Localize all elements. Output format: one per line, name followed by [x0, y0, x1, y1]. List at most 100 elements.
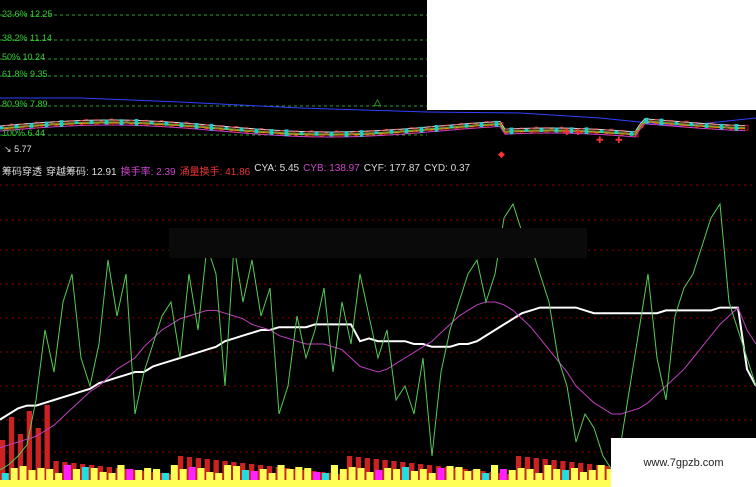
indicator-grid — [0, 184, 756, 453]
signal-down-icon: ◆ — [498, 150, 505, 160]
volume-bar — [1, 473, 9, 480]
volume-bar — [19, 466, 27, 480]
series-surge-label: 涌量换手: 41.86 — [179, 167, 251, 178]
volume-bar — [446, 466, 454, 480]
series-turnover-label: 换手率: 2.39 — [120, 167, 176, 178]
volume-bar — [250, 471, 258, 480]
candle — [59, 120, 64, 127]
candle — [719, 123, 724, 130]
fib-label-61-8: 61.8% 9.35 — [2, 69, 48, 79]
volume-bar — [295, 467, 303, 480]
candle — [689, 122, 694, 127]
candle — [449, 125, 454, 129]
low-price-value: 5.77 — [14, 144, 32, 154]
price-panel-right — [427, 0, 756, 115]
watermark: www.7gpzb.com — [611, 438, 756, 487]
candle — [179, 122, 184, 128]
volume-bar — [330, 465, 338, 480]
volume-bar — [153, 469, 161, 480]
candle — [299, 132, 304, 135]
volume-bar — [215, 473, 223, 480]
candle — [119, 119, 124, 125]
series-cyb-label: CYB: 138.97 — [303, 163, 360, 174]
volume-bar — [517, 468, 525, 480]
signal-buy-icon: ✚ — [615, 136, 623, 146]
volume-bar — [508, 470, 516, 480]
candle — [44, 121, 49, 128]
volume-bar — [357, 468, 365, 480]
candle — [329, 131, 334, 137]
volume-bar — [455, 467, 463, 480]
candle — [629, 131, 634, 136]
candle — [419, 126, 424, 133]
volume-bar — [499, 469, 507, 480]
volume-bar — [375, 470, 383, 480]
candle — [464, 124, 469, 128]
fib-label-80-9: 80.9% 7.89 — [2, 99, 48, 109]
volume-bar — [64, 465, 72, 480]
candle — [224, 127, 229, 130]
candle — [659, 118, 664, 126]
candle — [614, 130, 619, 135]
redacted-area — [169, 228, 587, 258]
candle — [239, 127, 244, 132]
series-cyd-label: CYD: 0.37 — [423, 163, 471, 174]
volume-bar — [428, 473, 436, 480]
volume-bar — [117, 465, 125, 480]
candle — [194, 123, 199, 129]
volume-bar — [473, 469, 481, 480]
indicator-name: 筹码穿透 — [2, 167, 42, 178]
volume-bar — [482, 473, 490, 480]
volume-bar — [90, 468, 98, 480]
volume-bar — [526, 469, 534, 480]
candle — [404, 128, 409, 134]
candle — [314, 132, 319, 136]
stock-chart-window: 23.6% 12.25 38.2% 11.14 50% 10.24 61.8% … — [0, 0, 756, 487]
series-cyf-label: CYF: 177.87 — [363, 163, 420, 174]
volume-bar — [108, 473, 116, 480]
candle — [374, 131, 379, 135]
arrow-down-icon: ↘ — [4, 144, 12, 154]
volume-bar — [553, 469, 561, 480]
volume-bar — [28, 470, 36, 480]
volume-bar — [313, 472, 321, 480]
volume-bar — [55, 473, 63, 480]
candle — [149, 121, 154, 125]
volume-bar — [179, 469, 187, 480]
volume-bar — [99, 472, 107, 480]
volume-bar — [588, 470, 596, 480]
candle — [209, 123, 214, 131]
volume-bar — [37, 468, 45, 480]
candle — [599, 130, 604, 133]
candle — [479, 122, 484, 128]
candle — [584, 127, 589, 135]
volume-bar-red — [44, 405, 50, 480]
volume-bar — [161, 473, 169, 480]
candle — [89, 120, 94, 125]
series-cy-label: 穿越筹码: 12.91 — [46, 167, 117, 178]
volume-bar — [170, 465, 178, 480]
volume-bar — [579, 472, 587, 480]
volume-bar — [562, 470, 570, 480]
fib-label-50: 50% 10.24 — [2, 52, 46, 62]
volume-bar — [197, 468, 205, 480]
volume-bar — [410, 471, 418, 480]
volume-bar — [384, 468, 392, 480]
candle — [359, 130, 364, 137]
indicator-header: 筹码穿透 穿越筹码: 12.91 换手率: 2.39 涌量换手: 41.86 C… — [2, 163, 471, 178]
candle — [134, 119, 139, 126]
volume-bar — [81, 467, 89, 480]
series-cya-label: CYA: 5.45 — [254, 163, 300, 174]
volume-bar — [339, 469, 347, 480]
candle — [164, 121, 169, 126]
volume-bar — [544, 465, 552, 480]
volume-bar — [393, 469, 401, 480]
series-line — [0, 306, 756, 421]
volume-bar — [144, 468, 152, 480]
fib-label-100: 100% 6.44 — [2, 128, 46, 138]
candle — [269, 129, 274, 135]
candle — [509, 127, 514, 135]
volume-bar — [259, 469, 267, 480]
volume-bar — [206, 472, 214, 480]
volume-bar — [188, 467, 196, 480]
